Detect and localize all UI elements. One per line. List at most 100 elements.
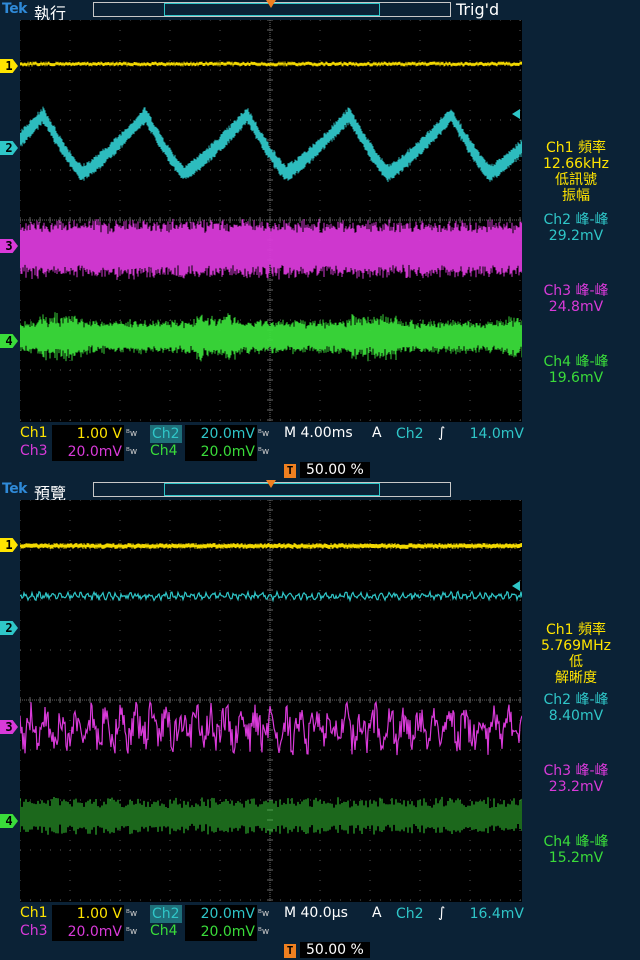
ch4-scale[interactable]: 20.0mV (185, 443, 257, 461)
ch1-label: Ch1 (20, 425, 48, 441)
meas-label: Ch4 峰-峰 (543, 354, 609, 370)
ch1-trace (20, 61, 522, 67)
bw-limit-icon: ᴮw (258, 909, 270, 919)
bw-limit-icon: ᴮw (126, 429, 138, 439)
scope-panel-bottom: Tek 預覽 T 1 2 3 4 Ch1 頻率 5.769MHz 低 解晰度 C… (0, 480, 640, 960)
ch2-trace (20, 106, 522, 182)
measurement-ch2: Ch2 峰-峰 29.2mV (516, 212, 636, 244)
ch3-scale[interactable]: 20.0mV (52, 923, 124, 941)
meas-value: 23.2mV (548, 779, 604, 795)
meas-label: Ch1 頻率 (545, 140, 606, 156)
meas-label: Ch1 頻率 (545, 622, 606, 638)
meas-note: 低訊號 (555, 172, 597, 188)
measurement-ch3: Ch3 峰-峰 24.8mV (516, 283, 636, 315)
waveform-graticule (20, 20, 522, 421)
ch2-scale[interactable]: 20.0mV (185, 905, 257, 923)
status-bar: Tek 執行 Trig'd (0, 0, 640, 23)
meas-label: Ch4 峰-峰 (543, 834, 609, 850)
trigger-level-arrow-icon[interactable] (512, 109, 520, 119)
settings-readout: Ch1 1.00 V ᴮw Ch2 20.0mV ᴮw M 40.0µs A C… (0, 902, 640, 960)
ch2-ground-marker[interactable]: 2 (0, 621, 18, 635)
timebase[interactable]: M 40.0µs (284, 905, 348, 921)
measurement-ch4: Ch4 峰-峰 15.2mV (516, 834, 636, 866)
trigger-slope-icon: ∫ (438, 905, 446, 921)
ch2-label[interactable]: Ch2 (150, 425, 182, 443)
brand-logo: Tek (2, 481, 28, 497)
trigger-position-readout[interactable]: T 50.00 % (284, 462, 370, 478)
ch3-label: Ch3 (20, 443, 48, 459)
trigger-source[interactable]: Ch2 (394, 425, 426, 443)
ch3-trace (20, 218, 522, 280)
meas-value: 19.6mV (548, 370, 604, 386)
ch1-label: Ch1 (20, 905, 48, 921)
trigger-source[interactable]: Ch2 (394, 905, 426, 923)
trigger-level-arrow-icon[interactable] (512, 581, 520, 591)
ch4-ground-marker[interactable]: 4 (0, 334, 18, 348)
ch4-ground-marker[interactable]: 4 (0, 814, 18, 828)
settings-readout: Ch1 1.00 V ᴮw Ch2 20.0mV ᴮw M 4.00ms A C… (0, 422, 640, 480)
brand-logo: Tek (2, 1, 28, 17)
scope-panel-top: Tek 執行 Trig'd T 1 2 3 4 Ch1 頻率 12.66kHz … (0, 0, 640, 480)
ch4-label: Ch4 (150, 443, 178, 459)
trigger-position-value: 50.00 % (300, 942, 370, 958)
ch2-ground-marker[interactable]: 2 (0, 141, 18, 155)
ch1-scale[interactable]: 1.00 V (52, 425, 124, 443)
meas-label: Ch3 峰-峰 (543, 283, 609, 299)
meas-value: 24.8mV (548, 299, 604, 315)
ch2-label[interactable]: Ch2 (150, 905, 182, 923)
bw-limit-icon: ᴮw (126, 927, 138, 937)
trigger-position-value: 50.00 % (300, 462, 370, 478)
trigger-mode: A (372, 905, 382, 921)
meas-label: Ch2 峰-峰 (543, 692, 609, 708)
meas-note: 振幅 (562, 188, 590, 204)
waveform-display[interactable] (20, 500, 522, 902)
ch2-trace (20, 589, 522, 603)
bw-limit-icon: ᴮw (126, 447, 138, 457)
bw-limit-icon: ᴮw (258, 447, 270, 457)
ch3-label: Ch3 (20, 923, 48, 939)
ch1-ground-marker[interactable]: 1 (0, 538, 18, 552)
trigger-slope-icon: ∫ (438, 425, 446, 441)
ch1-scale[interactable]: 1.00 V (52, 905, 124, 923)
trigger-status: Trig'd (456, 0, 500, 19)
ch4-scale[interactable]: 20.0mV (185, 923, 257, 941)
measurement-ch3: Ch3 峰-峰 23.2mV (516, 763, 636, 795)
ch1-trace (20, 543, 522, 549)
meas-note: 低 (569, 654, 583, 670)
ch4-trace (20, 796, 522, 835)
ch3-scale[interactable]: 20.0mV (52, 443, 124, 461)
ch1-ground-marker[interactable]: 1 (0, 59, 18, 73)
ch3-trace (20, 700, 522, 756)
measurement-ch2: Ch2 峰-峰 8.40mV (516, 692, 636, 724)
timebase[interactable]: M 4.00ms (284, 425, 353, 441)
ch2-scale[interactable]: 20.0mV (185, 425, 257, 443)
waveform-graticule (20, 500, 522, 901)
trigger-position-arrow-icon (266, 480, 276, 488)
meas-label: Ch2 峰-峰 (543, 212, 609, 228)
trigger-icon: T (284, 944, 296, 958)
trigger-position-arrow-icon (266, 0, 276, 8)
meas-value: 12.66kHz (542, 156, 610, 172)
meas-value: 15.2mV (548, 850, 604, 866)
trigger-level[interactable]: 16.4mV (452, 905, 526, 923)
trigger-position-readout[interactable]: T 50.00 % (284, 942, 370, 958)
waveform-display[interactable] (20, 20, 522, 422)
meas-value: 29.2mV (548, 228, 604, 244)
trigger-mode: A (372, 425, 382, 441)
meas-value: 8.40mV (548, 708, 604, 724)
status-bar: Tek 預覽 (0, 480, 640, 503)
trigger-level[interactable]: 14.0mV (452, 425, 526, 443)
bw-limit-icon: ᴮw (126, 909, 138, 919)
trigger-icon: T (284, 464, 296, 478)
bw-limit-icon: ᴮw (258, 927, 270, 937)
meas-label: Ch3 峰-峰 (543, 763, 609, 779)
measurement-ch4: Ch4 峰-峰 19.6mV (516, 354, 636, 386)
meas-value: 5.769MHz (540, 638, 612, 654)
measurement-ch1: Ch1 頻率 12.66kHz 低訊號 振幅 (516, 140, 636, 204)
ch4-label: Ch4 (150, 923, 178, 939)
ch3-ground-marker[interactable]: 3 (0, 720, 18, 734)
bw-limit-icon: ᴮw (258, 429, 270, 439)
meas-note: 解晰度 (555, 670, 597, 686)
ch3-ground-marker[interactable]: 3 (0, 239, 18, 253)
measurement-ch1: Ch1 頻率 5.769MHz 低 解晰度 (516, 622, 636, 686)
